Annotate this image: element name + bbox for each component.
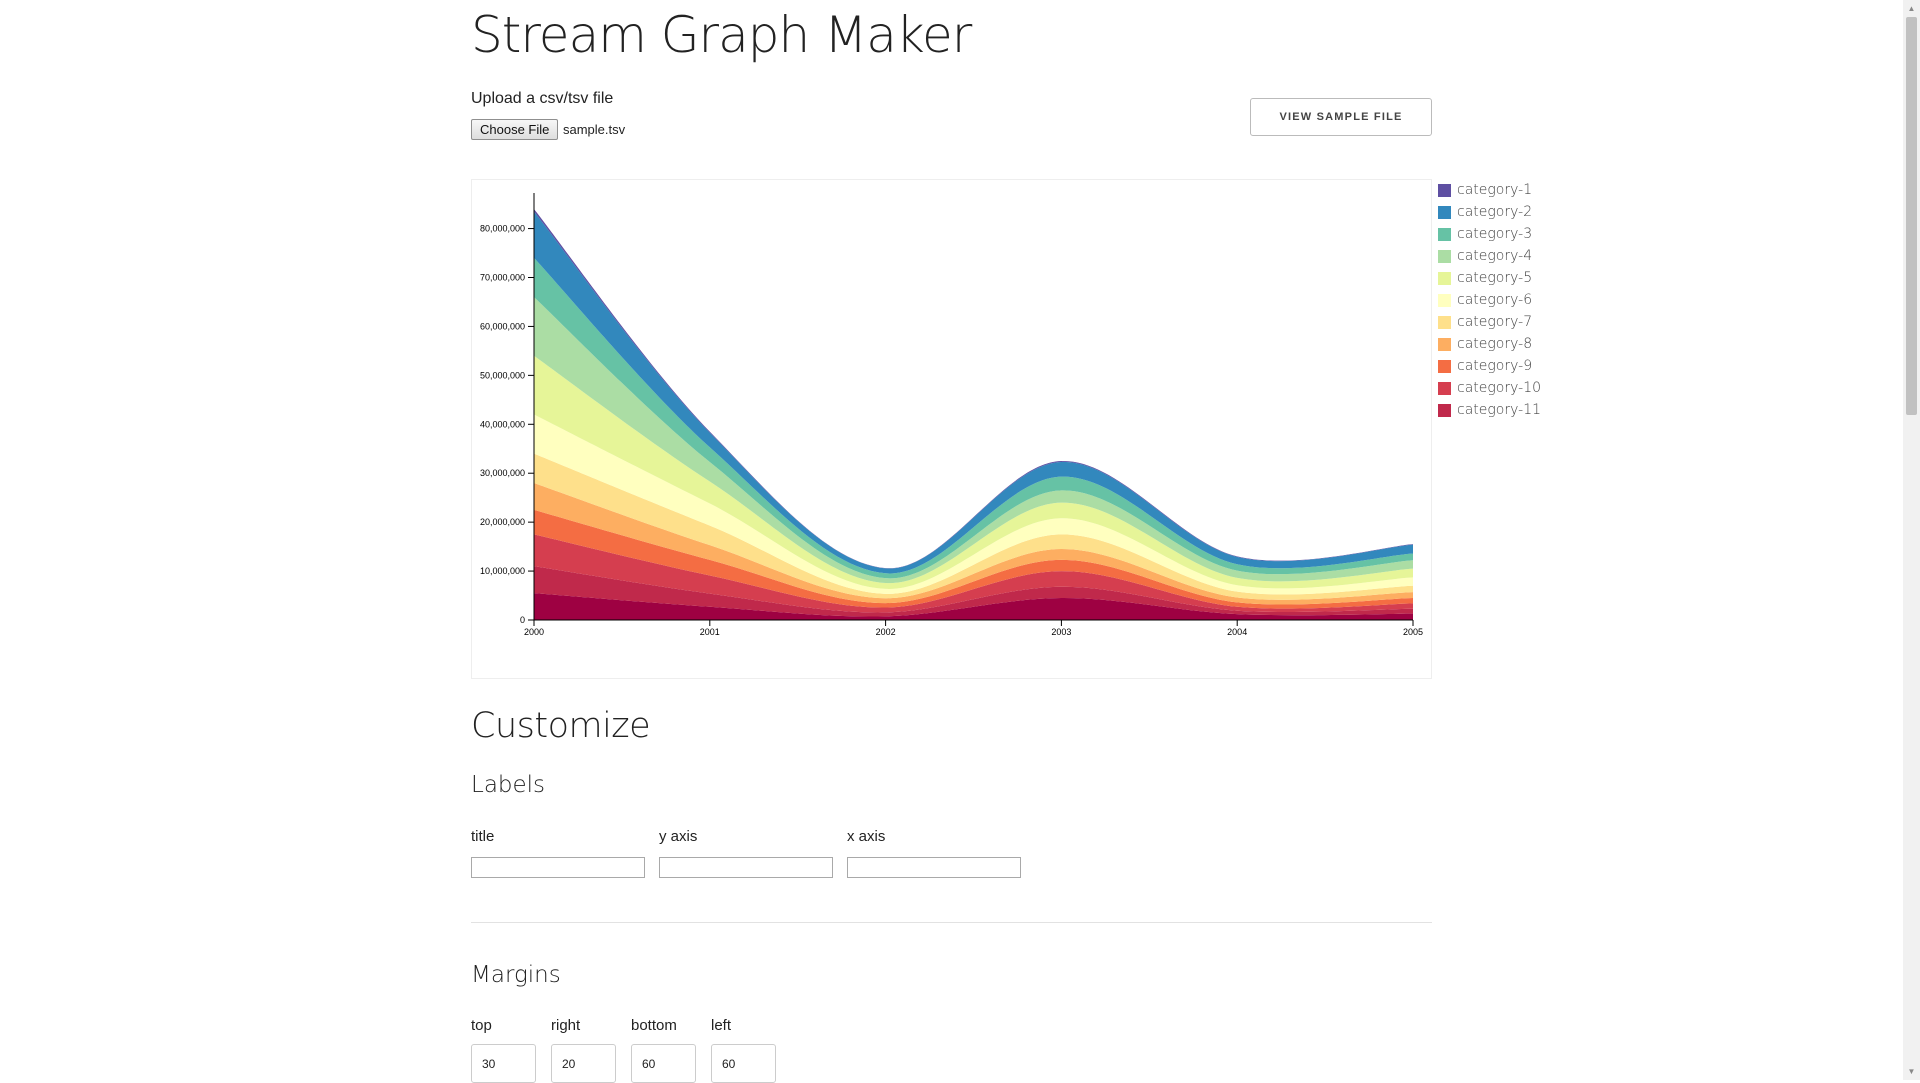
legend-label: category-3	[1457, 226, 1533, 242]
legend-swatch	[1438, 271, 1451, 285]
legend-label: category-6	[1457, 292, 1533, 308]
y-axis-input[interactable]	[659, 857, 833, 878]
margin-right-label: right	[551, 1017, 581, 1034]
legend-label: category-5	[1457, 270, 1533, 286]
y-tick-label: 30,000,000	[480, 468, 525, 478]
x-axis-input[interactable]	[847, 857, 1021, 878]
legend-label: category-8	[1457, 336, 1533, 352]
page-title: Stream Graph Maker	[471, 6, 972, 64]
legend-item: category-2	[1438, 201, 1541, 223]
y-tick-label: 80,000,000	[480, 224, 525, 234]
legend-swatch	[1438, 249, 1451, 263]
legend-item: category-8	[1438, 333, 1541, 355]
y-tick-label: 0	[520, 615, 525, 625]
legend-label: category-11	[1457, 402, 1542, 418]
legend-label: category-10	[1457, 380, 1542, 396]
labels-heading: Labels	[471, 772, 546, 798]
y-tick-label: 60,000,000	[480, 321, 525, 331]
x-tick-label: 2003	[1051, 627, 1071, 637]
chart-legend: category-1 category-2 category-3 category-4…	[1438, 179, 1541, 421]
margin-left-input[interactable]	[711, 1044, 776, 1083]
legend-swatch	[1438, 227, 1451, 241]
y-axis-field-label: y axis	[659, 828, 698, 845]
legend-item: category-11	[1438, 399, 1541, 421]
scroll-up-arrow-icon[interactable]: ▲	[1903, 0, 1920, 17]
legend-swatch	[1438, 315, 1451, 329]
x-tick-label: 2004	[1227, 627, 1247, 637]
margin-bottom-input[interactable]	[631, 1044, 696, 1083]
y-tick-label: 40,000,000	[480, 419, 525, 429]
legend-item: category-6	[1438, 289, 1541, 311]
legend-swatch	[1438, 359, 1451, 373]
stream-graph-chart: 0 10,000,000 20,000,000 30,000,000 40,000,00…	[480, 193, 1423, 637]
upload-label: Upload a csv/tsv file	[471, 90, 614, 107]
legend-label: category-4	[1457, 248, 1533, 264]
selected-file-name: sample.tsv	[563, 122, 626, 137]
legend-item: category-3	[1438, 223, 1541, 245]
legend-item: category-7	[1438, 311, 1541, 333]
title-field-label: title	[471, 828, 495, 845]
legend-swatch	[1438, 403, 1451, 417]
x-tick-label: 2002	[876, 627, 896, 637]
y-tick-label: 50,000,000	[480, 370, 525, 380]
legend-swatch	[1438, 337, 1451, 351]
y-tick-label: 20,000,000	[480, 517, 525, 527]
legend-item: category-4	[1438, 245, 1541, 267]
section-divider	[471, 922, 1432, 923]
legend-label: category-9	[1457, 358, 1533, 374]
view-sample-file-button[interactable]: VIEW SAMPLE FILE	[1250, 98, 1432, 136]
legend-swatch	[1438, 183, 1451, 197]
margins-heading: Margins	[471, 962, 561, 988]
vertical-scrollbar[interactable]: ▲ ▼	[1903, 0, 1920, 1080]
x-tick-label: 2000	[524, 627, 544, 637]
x-tick-label: 2005	[1403, 627, 1423, 637]
margin-left-label: left	[711, 1017, 732, 1034]
margin-top-label: top	[471, 1017, 492, 1034]
legend-swatch	[1438, 205, 1451, 219]
margin-right-input[interactable]	[551, 1044, 616, 1083]
choose-file-button[interactable]: Choose File	[471, 119, 559, 140]
legend-item: category-10	[1438, 377, 1541, 399]
title-input[interactable]	[471, 857, 645, 878]
scroll-down-arrow-icon[interactable]: ▼	[1903, 1063, 1920, 1080]
margin-top-input[interactable]	[471, 1044, 536, 1083]
legend-label: category-2	[1457, 204, 1533, 220]
legend-swatch	[1438, 381, 1451, 395]
legend-item: category-5	[1438, 267, 1541, 289]
customize-heading: Customize	[471, 706, 651, 746]
y-tick-label: 10,000,000	[480, 566, 525, 576]
legend-item: category-1	[1438, 179, 1541, 201]
legend-label: category-1	[1457, 182, 1533, 198]
x-axis-field-label: x axis	[847, 828, 886, 845]
scrollbar-thumb[interactable]	[1906, 17, 1917, 415]
y-tick-label: 70,000,000	[480, 273, 525, 283]
margin-bottom-label: bottom	[631, 1017, 677, 1034]
legend-label: category-7	[1457, 314, 1533, 330]
legend-swatch	[1438, 293, 1451, 307]
x-tick-label: 2001	[700, 627, 720, 637]
legend-item: category-9	[1438, 355, 1541, 377]
